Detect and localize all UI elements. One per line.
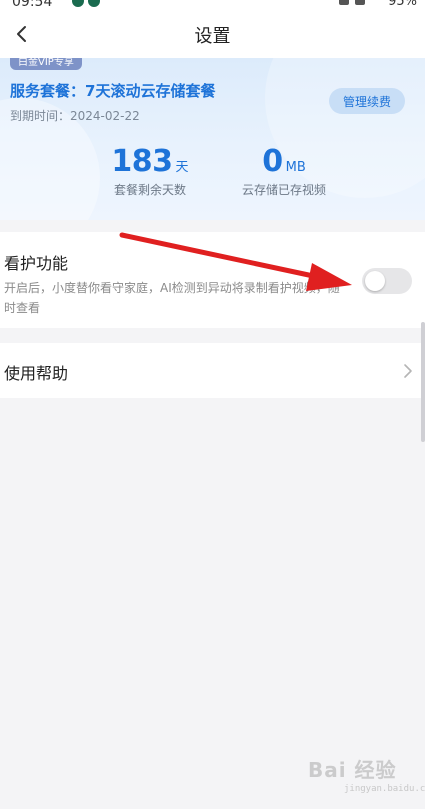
- cloud-storage-value: 0: [262, 144, 283, 179]
- signal-icon: [355, 0, 365, 5]
- notification-icons: [72, 0, 100, 7]
- care-feature-toggle[interactable]: [362, 268, 412, 294]
- page-title: 设置: [194, 26, 231, 47]
- remaining-days-stat: 183 天 套餐剩余天数: [95, 144, 205, 198]
- status-time: 09:54: [12, 0, 53, 10]
- chevron-right-icon: [404, 364, 412, 378]
- remaining-days-value: 183: [111, 144, 173, 179]
- manage-renew-button[interactable]: 管理续费: [329, 88, 405, 114]
- system-icons: [339, 0, 365, 5]
- battery-level: 95%: [388, 0, 417, 9]
- vip-plan-card: 白金VIP专享 服务套餐：7天滚动云存储套餐 到期时间：2024-02-22 管…: [0, 58, 425, 220]
- app-notification-icon: [88, 0, 100, 7]
- vip-badge: 白金VIP专享: [10, 58, 82, 70]
- header: 设置: [0, 10, 425, 58]
- watermark-logo: Bai 经验: [308, 758, 397, 782]
- cloud-storage-label: 云存储已存视频: [241, 183, 326, 197]
- care-feature-title: 看护功能: [4, 254, 69, 273]
- help-row[interactable]: 使用帮助: [0, 343, 425, 398]
- help-label: 使用帮助: [4, 364, 69, 383]
- wifi-icon: [339, 0, 349, 5]
- status-bar: 09:54 95%: [0, 0, 425, 10]
- remaining-days-label: 套餐剩余天数: [113, 183, 186, 197]
- watermark: Bai 经验 jingyan.baidu.com: [308, 748, 425, 806]
- scrollbar[interactable]: [421, 322, 425, 442]
- remaining-days-unit: 天: [175, 160, 189, 175]
- care-feature-description: 开启后，小度替你看守家庭，AI检测到异动将录制看护视频，随时查看: [4, 281, 340, 315]
- cloud-storage-stat: 0 MB 云存储已存视频: [228, 144, 340, 198]
- app-notification-icon: [72, 0, 84, 7]
- plan-title: 服务套餐：7天滚动云存储套餐: [10, 82, 216, 100]
- watermark-url: jingyan.baidu.com: [344, 784, 425, 794]
- expire-date: 到期时间：2024-02-22: [10, 109, 140, 123]
- toggle-knob: [365, 271, 385, 291]
- cloud-storage-unit: MB: [285, 160, 306, 175]
